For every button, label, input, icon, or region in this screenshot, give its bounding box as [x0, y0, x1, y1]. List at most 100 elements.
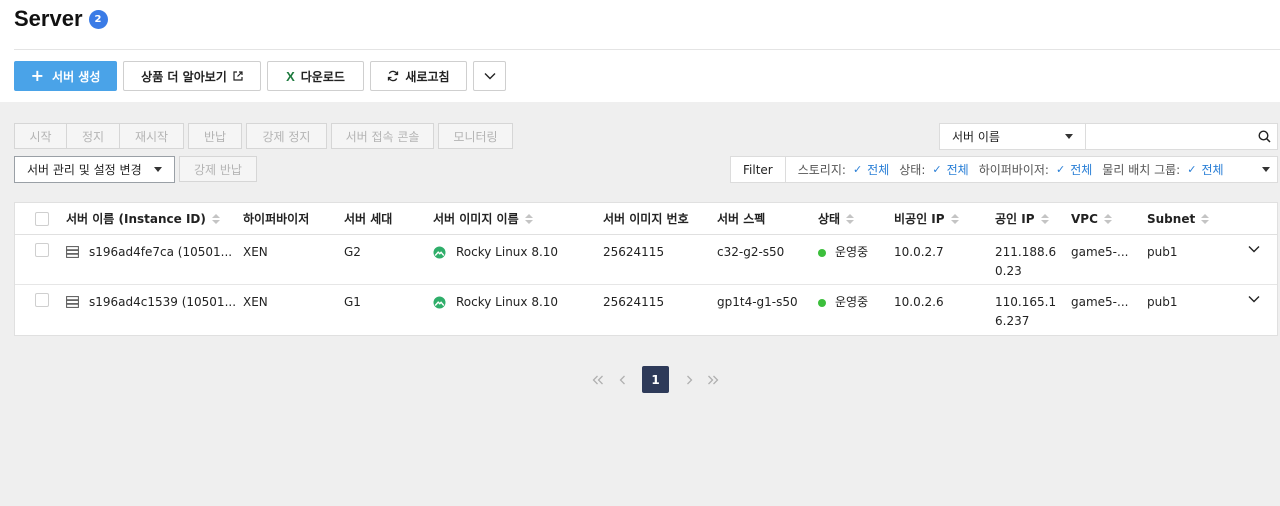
header-public-ip-label: 공인 IP: [995, 212, 1035, 226]
rocky-linux-icon: [433, 246, 446, 259]
status-running-dot: [818, 299, 826, 307]
header-name[interactable]: 서버 이름 (Instance ID): [66, 203, 220, 234]
server-actions-row: 시작 정지 재시작 반납 강제 정지 서버 접속 콘솔 모니터링: [14, 123, 513, 149]
header-status-label: 상태: [818, 212, 841, 226]
header-hypervisor: 하이퍼바이저: [243, 203, 309, 234]
cell-status: 운영중: [818, 235, 868, 284]
top-toolbar: + 서버 생성 상품 더 알아보기 X 다운로드 새로고침: [14, 61, 506, 91]
header-vpc-label: VPC: [1071, 211, 1098, 226]
plus-icon: +: [30, 66, 45, 85]
filter-hypervisor[interactable]: 하이퍼바이저: ✓ 전체: [979, 161, 1093, 178]
public-ip-line-1: 110.165.1: [995, 295, 1057, 309]
header-vpc[interactable]: VPC: [1071, 203, 1112, 234]
external-link-icon: [233, 71, 243, 81]
sort-icon: [950, 213, 959, 224]
filter-value: 전체: [1201, 163, 1224, 177]
row-select-cell: [35, 235, 49, 284]
row-checkbox[interactable]: [35, 293, 49, 307]
last-page-button[interactable]: [701, 366, 725, 393]
table-row[interactable]: s196ad4fe7ca (10501... XEN G2 Rocky Linu…: [15, 235, 1277, 285]
row-expand-button[interactable]: [1248, 235, 1260, 284]
cell-private-ip: 10.0.2.7: [894, 245, 944, 259]
cell-hypervisor: XEN: [243, 295, 268, 309]
server-icon: [66, 296, 79, 308]
header-status[interactable]: 상태: [818, 203, 855, 234]
filter-items: 스토리지: ✓ 전체 상태: ✓ 전체 하이퍼바이저: ✓ 전체 물리 배치 그…: [786, 161, 1255, 178]
create-server-button[interactable]: + 서버 생성: [14, 61, 117, 91]
filter-label: Filter: [731, 157, 786, 182]
row-expand-button[interactable]: [1248, 285, 1260, 335]
page-current[interactable]: 1: [642, 366, 669, 393]
refresh-button[interactable]: 새로고침: [370, 61, 467, 91]
header-public-ip[interactable]: 공인 IP: [995, 203, 1049, 234]
header-private-ip[interactable]: 비공인 IP: [894, 203, 959, 234]
caret-down-icon: [154, 167, 162, 172]
server-name[interactable]: s196ad4c1539 (10501...: [89, 293, 236, 312]
filter-key: 상태:: [899, 163, 926, 177]
cell-name: s196ad4c1539 (10501...: [66, 285, 236, 335]
cell-spec: gp1t4-g1-s50: [717, 295, 798, 309]
filter-bar[interactable]: Filter 스토리지: ✓ 전체 상태: ✓ 전체 하이퍼바이저: ✓ 전체 …: [730, 156, 1278, 183]
search-field-select[interactable]: 서버 이름: [940, 124, 1086, 149]
return-button[interactable]: 반납: [188, 123, 242, 149]
filter-value: 전체: [867, 163, 890, 177]
sort-icon: [846, 213, 855, 224]
filter-storage[interactable]: 스토리지: ✓ 전체: [798, 161, 890, 178]
monitoring-button[interactable]: 모니터링: [438, 123, 513, 149]
header-divider: [14, 49, 1280, 50]
force-stop-button[interactable]: 강제 정지: [246, 123, 327, 149]
filter-placement-group[interactable]: 물리 배치 그룹: ✓ 전체: [1102, 161, 1223, 178]
restart-button[interactable]: 재시작: [120, 123, 184, 149]
cell-spec: c32-g2-s50: [717, 245, 785, 259]
first-page-button[interactable]: [586, 366, 610, 393]
chevron-down-icon: [484, 73, 495, 80]
row-checkbox[interactable]: [35, 243, 49, 257]
next-page-button[interactable]: [677, 366, 701, 393]
table-row[interactable]: s196ad4c1539 (10501... XEN G1 Rocky Linu…: [15, 285, 1277, 335]
image-name: Rocky Linux 8.10: [456, 245, 559, 259]
check-icon: ✓: [1187, 163, 1197, 176]
learn-more-button[interactable]: 상품 더 알아보기: [123, 61, 261, 91]
public-ip-line-2: 0.23: [995, 264, 1022, 278]
filter-status[interactable]: 상태: ✓ 전체: [899, 161, 968, 178]
search-box: 서버 이름: [939, 123, 1278, 150]
server-icon: [66, 246, 79, 258]
header-hypervisor-label: 하이퍼바이저: [243, 212, 310, 226]
select-all-checkbox[interactable]: [35, 211, 49, 226]
server-name[interactable]: s196ad4fe7ca (10501...: [89, 243, 232, 262]
download-button[interactable]: X 다운로드: [267, 61, 364, 91]
cell-subnet: pub1: [1147, 245, 1178, 259]
stop-button[interactable]: 정지: [67, 123, 120, 149]
header-subnet[interactable]: Subnet: [1147, 203, 1210, 234]
search-input[interactable]: [1085, 124, 1252, 149]
server-console-button[interactable]: 서버 접속 콘솔: [331, 123, 434, 149]
cell-subnet: pub1: [1147, 295, 1178, 309]
more-actions-button[interactable]: [473, 61, 506, 91]
header-generation-label: 서버 세대: [344, 212, 393, 226]
cell-hypervisor: XEN: [243, 245, 268, 259]
search-icon[interactable]: [1252, 124, 1277, 149]
double-chevron-right-icon: [708, 375, 719, 384]
force-return-button[interactable]: 강제 반납: [179, 156, 257, 182]
prev-page-button[interactable]: [610, 366, 634, 393]
cell-status: 운영중: [818, 285, 868, 335]
double-chevron-left-icon: [592, 375, 603, 384]
header-image-name[interactable]: 서버 이미지 이름: [433, 203, 533, 234]
chevron-left-icon: [619, 375, 625, 384]
start-button[interactable]: 시작: [14, 123, 67, 149]
cell-generation: G1: [344, 295, 361, 309]
chevron-down-icon: [1248, 296, 1260, 303]
cell-name: s196ad4fe7ca (10501...: [66, 235, 232, 284]
sort-icon: [1040, 213, 1049, 224]
caret-down-icon: [1064, 134, 1073, 139]
public-ip-line-1: 211.188.6: [995, 245, 1057, 259]
server-count-badge: 2: [88, 9, 108, 29]
filter-value: 전체: [946, 163, 969, 177]
manage-settings-dropdown[interactable]: 서버 관리 및 설정 변경: [14, 156, 175, 183]
header-private-ip-label: 비공인 IP: [894, 212, 945, 226]
select-all-cell: [35, 203, 49, 234]
filter-key: 물리 배치 그룹:: [1102, 163, 1181, 177]
download-label: 다운로드: [300, 69, 345, 84]
filter-expand-button[interactable]: [1255, 167, 1277, 172]
excel-icon: X: [286, 68, 295, 84]
